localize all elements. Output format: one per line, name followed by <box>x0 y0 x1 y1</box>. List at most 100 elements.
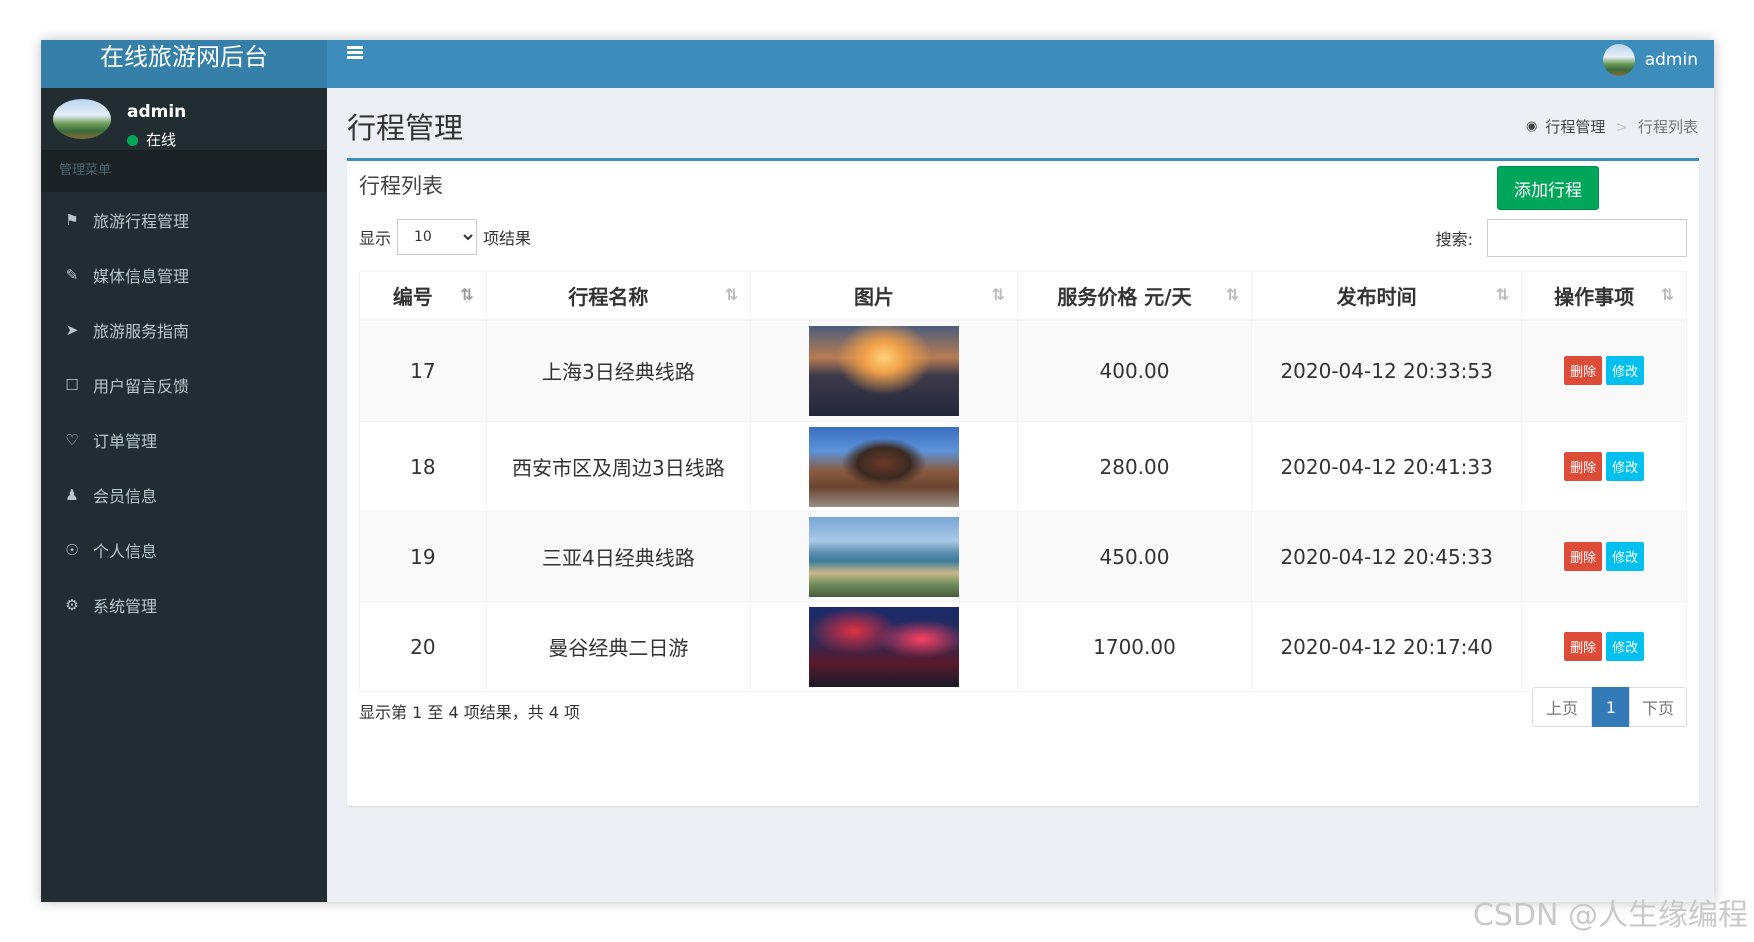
sidebar-item-label: 旅游服务指南 <box>93 321 190 341</box>
sort-icon: ⇅ <box>991 285 1005 304</box>
table-row: 18 西安市区及周边3日线路 280.00 2020-04-12 20:41:3… <box>359 421 1687 512</box>
cell-name: 曼谷经典二日游 <box>485 601 752 692</box>
pagination: 上页 1 下页 <box>1532 687 1687 727</box>
cell-time: 2020-04-12 20:41:33 <box>1251 421 1523 512</box>
sidebar-item-system[interactable]: ⚙ 系统管理 <box>41 577 327 632</box>
breadcrumb-separator: > <box>1615 117 1628 136</box>
heart-icon: ♡ <box>65 430 79 449</box>
cell-price: 400.00 <box>1016 319 1253 422</box>
cell-name: 上海3日经典线路 <box>485 319 752 422</box>
trip-thumbnail <box>809 426 959 507</box>
topbar: admin <box>327 40 1714 88</box>
user-status: 在线 <box>127 129 176 150</box>
column-header-actions[interactable]: 操作事项 ⇅ <box>1521 271 1687 321</box>
sidebar-item-label: 旅游行程管理 <box>93 211 190 231</box>
cell-id: 17 <box>359 319 487 422</box>
prev-page-button[interactable]: 上页 <box>1532 687 1592 727</box>
sidebar-item-members[interactable]: ♟ 会员信息 <box>41 467 327 522</box>
sidebar-item-orders[interactable]: ♡ 订单管理 <box>41 412 327 467</box>
sidebar-item-trips[interactable]: ⚑ 旅游行程管理 <box>41 192 327 247</box>
next-page-button[interactable]: 下页 <box>1629 687 1687 727</box>
sidebar-item-label: 媒体信息管理 <box>93 266 190 286</box>
sidebar-item-label: 用户留言反馈 <box>93 376 190 396</box>
table-row: 19 三亚4日经典线路 450.00 2020-04-12 20:45:33 删… <box>359 511 1687 602</box>
delete-button[interactable]: 删除 <box>1564 542 1603 571</box>
table-row: 17 上海3日经典线路 400.00 2020-04-12 20:33:53 删… <box>359 319 1687 422</box>
sidebar-item-label: 订单管理 <box>93 431 158 451</box>
search-label: 搜索: <box>1435 230 1473 249</box>
pencil-icon: ✎ <box>65 265 79 284</box>
cell-name: 三亚4日经典线路 <box>485 511 752 602</box>
page-title: 行程管理 <box>347 111 464 145</box>
page-length-control: 显示 10 项结果 <box>359 219 531 255</box>
box-title: 行程列表 <box>359 174 443 198</box>
delete-button[interactable]: 删除 <box>1564 356 1603 386</box>
cell-image <box>750 601 1018 692</box>
page-1-button[interactable]: 1 <box>1592 687 1630 727</box>
sidebar-item-media[interactable]: ✎ 媒体信息管理 <box>41 247 327 302</box>
breadcrumb-current: 行程列表 <box>1637 118 1698 136</box>
cell-price: 450.00 <box>1016 511 1253 602</box>
breadcrumb: ◉ 行程管理 > 行程列表 <box>1526 116 1698 137</box>
delete-button[interactable]: 删除 <box>1564 632 1603 661</box>
bookmark-icon: ☐ <box>65 375 79 394</box>
dashboard-icon: ◉ <box>1526 119 1538 134</box>
sort-icon: ⇅ <box>724 285 739 304</box>
trip-list-box: 行程列表 添加行程 显示 10 项结果 搜索: 编号⇅ 行程名称⇅ 图片⇅ <box>347 158 1699 806</box>
trip-thumbnail <box>809 325 959 416</box>
cell-time: 2020-04-12 20:17:40 <box>1251 601 1523 692</box>
app-window: 在线旅游网后台 admin 在线 管理菜单 ⚑ 旅游行程管理 ✎ 媒体信息管理 … <box>41 40 1714 902</box>
sort-icon: ⇅ <box>1495 285 1510 304</box>
sidebar-item-guide[interactable]: ➤ 旅游服务指南 <box>41 302 327 357</box>
cell-actions: 删除 修改 <box>1521 601 1687 692</box>
cell-id: 20 <box>359 601 487 692</box>
cell-time: 2020-04-12 20:45:33 <box>1251 511 1523 602</box>
column-header-id[interactable]: 编号 ⇅ <box>359 271 487 321</box>
cell-name: 西安市区及周边3日线路 <box>485 421 752 512</box>
menu-header: 管理菜单 <box>41 150 327 192</box>
sidebar-item-profile[interactable]: ☉ 个人信息 <box>41 522 327 577</box>
top-user-name: admin <box>1644 50 1698 70</box>
length-prefix: 显示 <box>359 229 392 248</box>
column-header-price[interactable]: 服务价格 元/天 ⇅ <box>1016 271 1253 321</box>
top-avatar <box>1602 44 1635 76</box>
cell-price: 280.00 <box>1016 421 1253 512</box>
sort-icon: ⇅ <box>1660 285 1674 304</box>
cell-image <box>750 511 1018 602</box>
sort-asc-icon: ⇅ <box>460 285 474 304</box>
search-input[interactable] <box>1487 219 1687 257</box>
column-header-image[interactable]: 图片 ⇅ <box>750 271 1018 321</box>
delete-button[interactable]: 删除 <box>1564 452 1603 481</box>
cell-id: 19 <box>359 511 487 602</box>
cell-image <box>750 319 1018 422</box>
breadcrumb-home[interactable]: 行程管理 <box>1545 116 1605 137</box>
sidebar-item-label: 系统管理 <box>93 596 158 616</box>
column-header-time[interactable]: 发布时间 ⇅ <box>1251 271 1523 321</box>
add-trip-button[interactable]: 添加行程 <box>1497 166 1599 210</box>
edit-button[interactable]: 修改 <box>1606 452 1645 481</box>
user-menu[interactable]: admin <box>1602 44 1698 76</box>
cell-actions: 删除 修改 <box>1521 319 1687 422</box>
user-panel: admin 在线 <box>41 88 327 150</box>
trip-table: 编号 ⇅ 行程名称 ⇅ 图片 ⇅ 服务价格 元/天 ⇅ 发布时间 ⇅ 操作事项 ⇅ 17 上… <box>359 271 1687 692</box>
logo[interactable]: 在线旅游网后台 <box>41 40 327 88</box>
page-length-select[interactable]: 10 <box>397 219 478 255</box>
menu-toggle-icon[interactable] <box>347 46 363 60</box>
edit-button[interactable]: 修改 <box>1606 542 1645 571</box>
gear-icon: ⚙ <box>65 595 79 614</box>
user-status-label: 在线 <box>146 131 177 149</box>
edit-button[interactable]: 修改 <box>1606 356 1645 386</box>
edit-button[interactable]: 修改 <box>1606 632 1645 661</box>
cell-time: 2020-04-12 20:33:53 <box>1251 319 1523 422</box>
cell-id: 18 <box>359 421 487 512</box>
cell-price: 1700.00 <box>1016 601 1253 692</box>
sidebar-item-feedback[interactable]: ☐ 用户留言反馈 <box>41 357 327 412</box>
user-name: admin <box>127 102 187 122</box>
cell-actions: 删除 修改 <box>1521 511 1687 602</box>
table-row: 20 曼谷经典二日游 1700.00 2020-04-12 20:17:40 删… <box>359 601 1687 692</box>
column-header-name[interactable]: 行程名称 ⇅ <box>485 271 752 321</box>
cell-actions: 删除 修改 <box>1521 421 1687 512</box>
search-control: 搜索: <box>1436 219 1687 257</box>
user-icon: ♟ <box>65 485 79 504</box>
user-avatar <box>53 99 111 139</box>
